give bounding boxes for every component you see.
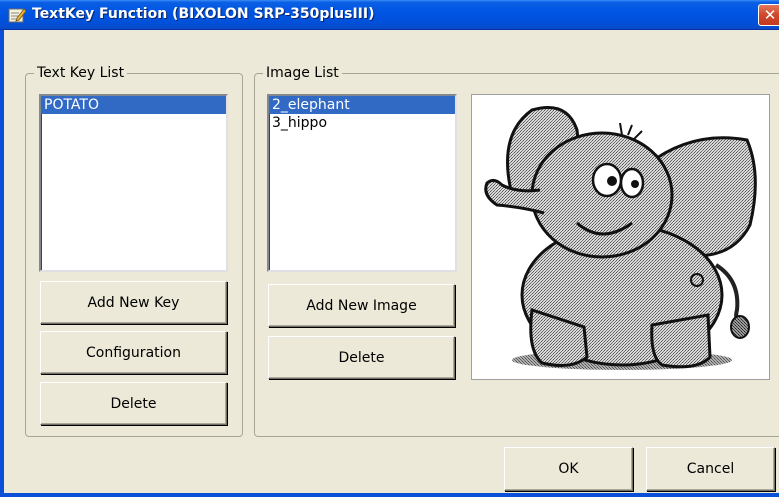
window-frame-left (0, 30, 4, 497)
window-title: TextKey Function (BIXOLON SRP-350plusIII… (32, 6, 375, 22)
add-new-image-button[interactable]: Add New Image (268, 284, 455, 327)
list-item[interactable]: 3_hippo (269, 114, 455, 132)
close-icon: ✕ (763, 6, 777, 24)
image-preview (471, 94, 770, 380)
add-new-key-button[interactable]: Add New Key (40, 281, 227, 324)
image-group-label: Image List (263, 64, 342, 82)
text-key-group-label: Text Key List (34, 64, 128, 82)
delete-key-button[interactable]: Delete (40, 382, 227, 425)
image-listbox[interactable]: 2_elephant 3_hippo (267, 94, 457, 272)
close-button[interactable]: ✕ (758, 4, 779, 26)
list-item[interactable]: POTATO (41, 96, 226, 114)
configuration-button[interactable]: Configuration (40, 331, 227, 374)
list-item[interactable]: 2_elephant (269, 96, 455, 114)
cancel-button[interactable]: Cancel (646, 447, 775, 491)
app-pencil-icon (8, 8, 26, 23)
ok-button[interactable]: OK (504, 447, 633, 491)
delete-image-button[interactable]: Delete (268, 336, 455, 379)
text-key-listbox[interactable]: POTATO (39, 94, 228, 272)
title-bar[interactable]: TextKey Function (BIXOLON SRP-350plusIII… (0, 0, 779, 30)
window-frame-bottom (0, 493, 779, 497)
elephant-image (484, 106, 757, 370)
